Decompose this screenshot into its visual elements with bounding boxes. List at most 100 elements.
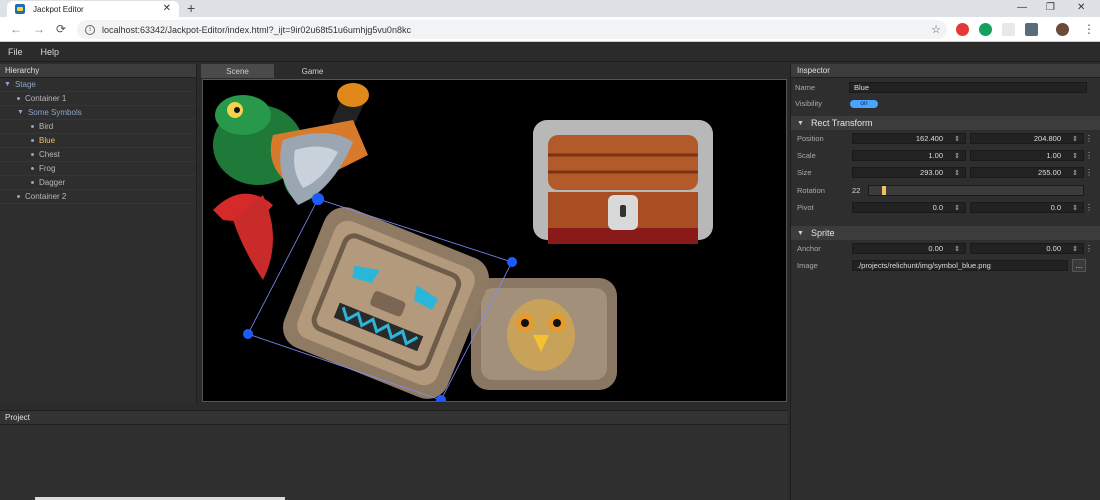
position-y-value: 204.800 (1033, 134, 1061, 143)
more-options-icon[interactable]: ⋮ (1085, 168, 1093, 177)
rect-transform-header[interactable]: ▼ Rect Transform (791, 116, 1100, 130)
size-x-value: 293.00 (920, 168, 943, 177)
spinner-icon[interactable]: ⇕ (954, 152, 960, 160)
more-options-icon[interactable]: ⋮ (1085, 151, 1093, 160)
sprite-header[interactable]: ▼ Sprite (791, 226, 1100, 240)
tree-bullet-icon (31, 139, 34, 142)
tab-game[interactable]: Game (276, 64, 349, 78)
pivot-x-value: 0.0 (932, 203, 943, 212)
browse-image-button[interactable]: ... (1072, 259, 1086, 272)
section-title: Sprite (810, 228, 835, 238)
more-options-icon[interactable]: ⋮ (1085, 203, 1093, 212)
reload-button[interactable]: ⟳ (56, 22, 66, 36)
hierarchy-title: Hierarchy (0, 64, 196, 78)
anchor-y-field[interactable]: 0.00 ⇕ (970, 243, 1084, 254)
new-tab-button[interactable]: + (187, 1, 195, 15)
rotation-slider-thumb[interactable] (882, 186, 886, 195)
tree-item-label: Container 1 (25, 94, 67, 103)
tree-item-label: Chest (39, 150, 60, 159)
url-text[interactable]: localhost:63342/Jackpot-Editor/index.htm… (102, 25, 931, 35)
address-bar[interactable]: i localhost:63342/Jackpot-Editor/index.h… (77, 20, 947, 39)
tree-bullet-icon (31, 153, 34, 156)
window-maximize-button[interactable]: ❐ (1046, 2, 1055, 13)
expand-arrow-icon[interactable]: ▼ (17, 109, 24, 116)
pivot-x-field[interactable]: 0.0 ⇕ (852, 202, 966, 213)
pivot-y-field[interactable]: 0.0 ⇕ (970, 202, 1084, 213)
browser-tab[interactable]: Jackpot Editor ✕ (7, 1, 179, 17)
scene-viewport[interactable] (202, 79, 787, 402)
back-button[interactable]: ← (10, 22, 22, 36)
size-y-value: 255.00 (1038, 168, 1061, 177)
spinner-icon[interactable]: ⇕ (1072, 152, 1078, 160)
forward-button[interactable]: → (33, 22, 45, 36)
project-panel: Project (0, 410, 788, 500)
size-y-field[interactable]: 255.00 ⇕ (970, 167, 1084, 178)
tab-title: Jackpot Editor (33, 4, 84, 14)
spinner-icon[interactable]: ⇕ (954, 169, 960, 177)
spinner-icon[interactable]: ⇕ (954, 135, 960, 143)
image-path-field[interactable]: ./projects/relichunt/img/symbol_blue.png (852, 260, 1068, 271)
window-minimize-button[interactable]: — (1017, 2, 1027, 13)
scene-canvas[interactable] (203, 80, 787, 402)
menu-file[interactable]: File (8, 47, 23, 57)
size-x-field[interactable]: 293.00 ⇕ (852, 167, 966, 178)
anchor-row: Anchor 0.00 ⇕ 0.00 ⇕ ⋮ (791, 241, 1100, 256)
extension-opera-icon[interactable] (956, 23, 969, 36)
spinner-icon[interactable]: ⇕ (954, 245, 960, 253)
tree-item-container-1[interactable]: Container 1 (0, 92, 196, 106)
position-x-field[interactable]: 162.400 ⇕ (852, 133, 966, 144)
extension-blank-icon[interactable] (1002, 23, 1015, 36)
tree-item-some-symbols[interactable]: ▼ Some Symbols (0, 106, 196, 120)
pivot-handle[interactable] (312, 193, 324, 205)
tree-item-container-2[interactable]: Container 2 (0, 190, 196, 204)
spinner-icon[interactable]: ⇕ (1072, 204, 1078, 212)
tree-item-dagger[interactable]: Dagger (0, 176, 196, 190)
tree-item-label: Blue (39, 136, 56, 145)
visibility-toggle[interactable]: on (850, 99, 878, 108)
collapse-caret-icon[interactable]: ▼ (797, 120, 804, 127)
tree-item-stage[interactable]: ▼ Stage (0, 78, 196, 92)
scale-x-field[interactable]: 1.00 ⇕ (852, 150, 966, 161)
tree-bullet-icon (17, 97, 20, 100)
rotation-value: 22 (852, 186, 861, 195)
tree-item-label: Frog (39, 164, 56, 173)
anchor-x-field[interactable]: 0.00 ⇕ (852, 243, 966, 254)
bird-sprite[interactable] (471, 278, 617, 390)
tree-bullet-icon (17, 195, 20, 198)
visibility-label: Visibility (795, 99, 822, 108)
more-options-icon[interactable]: ⋮ (1085, 244, 1093, 253)
menu-help[interactable]: Help (41, 47, 60, 57)
position-y-field[interactable]: 204.800 ⇕ (970, 133, 1084, 144)
expand-arrow-icon[interactable]: ▼ (4, 81, 11, 88)
tree-item-label: Some Symbols (27, 108, 82, 117)
tab-scene[interactable]: Scene (201, 64, 274, 78)
tab-close-icon[interactable]: ✕ (163, 4, 171, 14)
resize-handle-bottom-left[interactable] (243, 329, 253, 339)
spinner-icon[interactable]: ⇕ (954, 204, 960, 212)
profile-avatar[interactable] (1056, 23, 1069, 36)
chest-sprite[interactable] (533, 120, 713, 244)
tree-item-blue[interactable]: Blue (0, 134, 196, 148)
more-options-icon[interactable]: ⋮ (1085, 134, 1093, 143)
app-menubar: File Help (0, 42, 1100, 62)
name-field[interactable]: Blue (849, 82, 1087, 93)
spinner-icon[interactable]: ⇕ (1072, 245, 1078, 253)
collapse-caret-icon[interactable]: ▼ (797, 230, 804, 237)
rotation-slider[interactable] (868, 185, 1084, 196)
bookmark-star-icon[interactable]: ☆ (931, 23, 941, 36)
window-close-button[interactable]: ✕ (1077, 2, 1085, 13)
resize-handle-top-right[interactable] (507, 257, 517, 267)
blue-sprite[interactable] (276, 200, 495, 402)
spinner-icon[interactable]: ⇕ (1072, 135, 1078, 143)
tree-item-chest[interactable]: Chest (0, 148, 196, 162)
app-favicon-icon (15, 4, 25, 14)
tree-item-bird[interactable]: Bird (0, 120, 196, 134)
site-info-icon[interactable]: i (85, 24, 95, 35)
extension-grammarly-icon[interactable] (979, 23, 992, 36)
tree-item-frog[interactable]: Frog (0, 162, 196, 176)
scale-y-field[interactable]: 1.00 ⇕ (970, 150, 1084, 161)
extension-screenshot-icon[interactable] (1025, 23, 1038, 36)
spinner-icon[interactable]: ⇕ (1072, 169, 1078, 177)
browser-toolbar: ← → ⟳ i localhost:63342/Jackpot-Editor/i… (0, 17, 1100, 42)
browser-menu-icon[interactable]: ⋮ (1083, 22, 1095, 36)
